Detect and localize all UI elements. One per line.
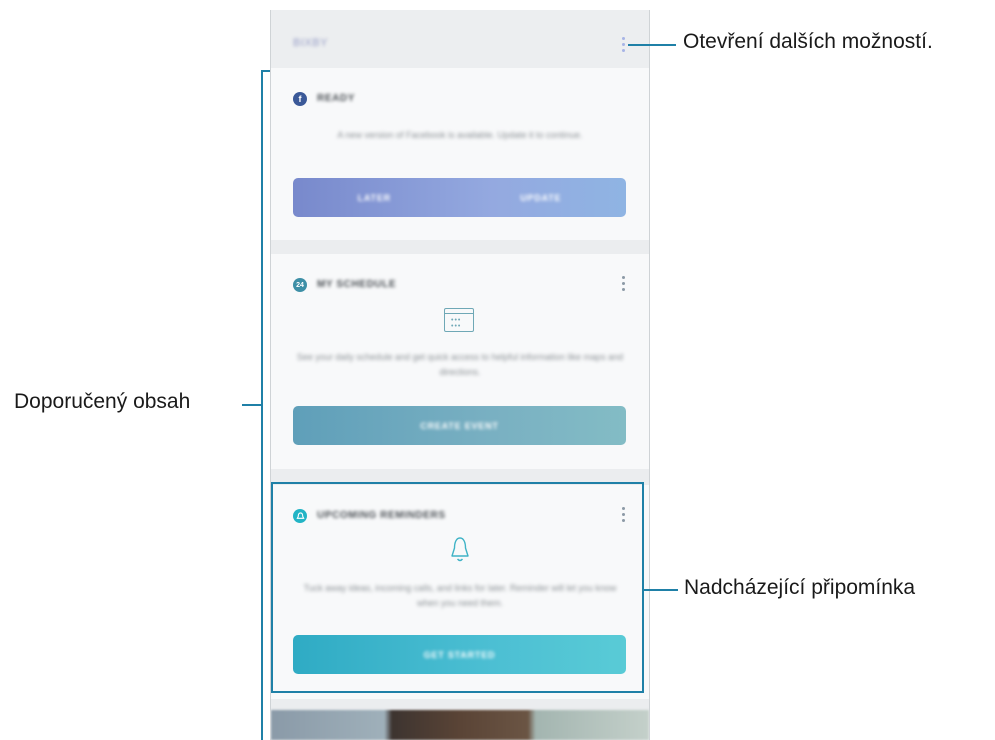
highlight-upcoming-reminder	[271, 482, 644, 693]
next-card-preview	[271, 710, 649, 740]
card-more-options-icon[interactable]	[620, 276, 626, 296]
card-description: A new version of Facebook is available. …	[337, 130, 583, 140]
facebook-icon: f	[293, 92, 307, 106]
card-title: READY	[317, 93, 356, 104]
card-button-bar: LATER UPDATE	[293, 178, 626, 217]
create-event-label: CREATE EVENT	[420, 420, 499, 431]
top-bar: BIXBY	[271, 10, 649, 68]
callout-line-more-options	[628, 44, 676, 46]
card-title: MY SCHEDULE	[317, 279, 397, 290]
card-description: See your daily schedule and get quick ac…	[296, 352, 624, 377]
card-my-schedule: 24 MY SCHEDULE ••• ••• See your daily sch…	[271, 254, 649, 469]
callout-line-reminder	[644, 589, 678, 591]
callout-line-recommended	[242, 404, 261, 406]
label-more-options: Otevření dalších možností.	[683, 30, 933, 53]
more-options-icon[interactable]	[620, 37, 626, 57]
label-recommended-content: Doporučený obsah	[14, 390, 191, 413]
bracket-recommended-content	[261, 70, 263, 740]
schedule-calendar-icon: ••• •••	[444, 308, 474, 332]
update-button[interactable]: UPDATE	[520, 193, 561, 203]
label-upcoming-reminder: Nadcházející připomínka	[684, 576, 916, 599]
bracket-top-tick	[261, 70, 270, 72]
create-event-button[interactable]: CREATE EVENT	[293, 406, 626, 445]
card-facebook-update: f READY A new version of Facebook is ava…	[271, 68, 649, 240]
later-button[interactable]: LATER	[358, 193, 391, 203]
calendar-icon: 24	[293, 278, 307, 292]
app-title: BIXBY	[293, 37, 328, 49]
